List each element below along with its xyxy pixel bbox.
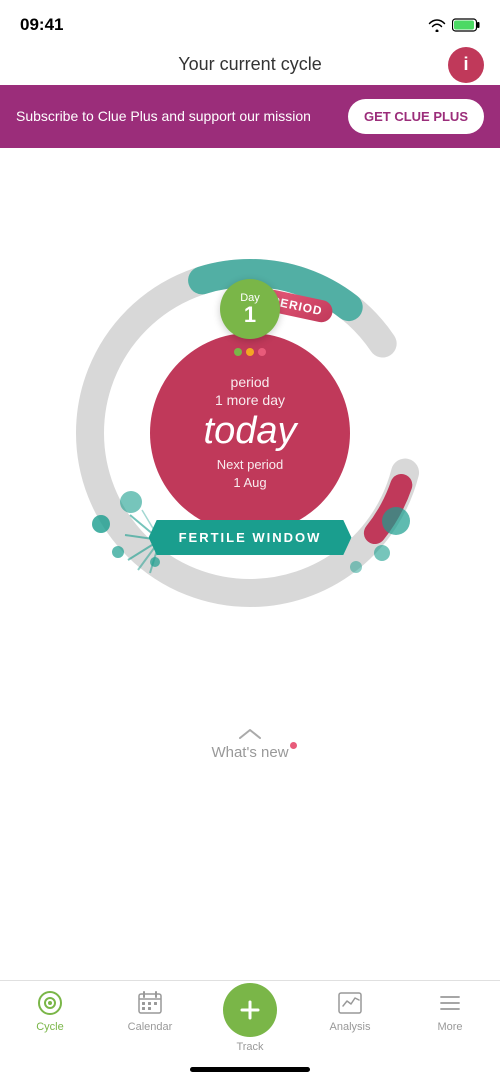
whats-new-section[interactable]: What's new — [0, 718, 500, 767]
fertile-window-badge: FERTILE WINDOW — [149, 520, 352, 555]
dot-orange — [246, 348, 254, 356]
dot-green — [234, 348, 242, 356]
cycle-wheel-area: period 1 more day today Next period 1 Au… — [0, 148, 500, 718]
nav-label-cycle: Cycle — [36, 1021, 64, 1033]
track-plus-button[interactable] — [223, 983, 277, 1037]
cycle-icon — [36, 989, 64, 1017]
promo-banner: Subscribe to Clue Plus and support our m… — [0, 85, 500, 148]
wifi-icon — [428, 18, 446, 32]
teal-dot-5 — [382, 507, 410, 535]
dot-pink — [258, 348, 266, 356]
header: Your current cycle i — [0, 44, 500, 85]
nav-item-analysis[interactable]: Analysis — [315, 989, 385, 1033]
nav-label-calendar: Calendar — [128, 1021, 173, 1033]
info-button[interactable]: i — [448, 47, 484, 83]
status-time: 09:41 — [20, 15, 63, 35]
teal-dot-3 — [120, 491, 142, 513]
teal-dot-6 — [374, 545, 390, 561]
teal-dot-7 — [350, 561, 362, 573]
whats-new-label: What's new — [211, 744, 288, 761]
center-next-period: Next period 1 Aug — [217, 456, 283, 492]
whats-new-dot — [290, 742, 297, 749]
center-period-label: period — [231, 374, 270, 390]
nav-item-cycle[interactable]: Cycle — [15, 989, 85, 1033]
calendar-icon — [136, 989, 164, 1017]
banner-text: Subscribe to Clue Plus and support our m… — [16, 107, 336, 127]
nav-label-analysis: Analysis — [330, 1021, 371, 1033]
nav-label-track: Track — [236, 1041, 263, 1053]
teal-dot-1 — [92, 515, 110, 533]
nav-label-more: More — [437, 1021, 462, 1033]
center-more-day: 1 more day — [215, 392, 285, 408]
nav-item-more[interactable]: More — [415, 989, 485, 1033]
teal-dot-4 — [150, 557, 160, 567]
center-today-label: today — [204, 412, 297, 450]
day-bubble: Day 1 — [220, 279, 280, 339]
day-number: 1 — [244, 304, 256, 326]
chevron-up-icon — [238, 728, 262, 740]
status-bar: 09:41 — [0, 0, 500, 44]
nav-item-calendar[interactable]: Calendar — [115, 989, 185, 1033]
analysis-icon — [336, 989, 364, 1017]
nav-item-track[interactable]: Track — [215, 989, 285, 1053]
more-icon — [436, 989, 464, 1017]
teal-dot-2 — [112, 546, 124, 558]
home-indicator — [190, 1067, 310, 1072]
get-clue-plus-button[interactable]: GET CLUE PLUS — [348, 99, 484, 134]
bottom-nav: Cycle Calendar Track — [0, 980, 500, 1080]
ring-container: period 1 more day today Next period 1 Au… — [60, 243, 440, 623]
tracking-dots — [234, 348, 266, 356]
status-icons — [428, 18, 480, 32]
page-title: Your current cycle — [178, 54, 321, 75]
battery-icon — [452, 18, 480, 32]
center-info-circle[interactable]: period 1 more day today Next period 1 Au… — [150, 333, 350, 533]
